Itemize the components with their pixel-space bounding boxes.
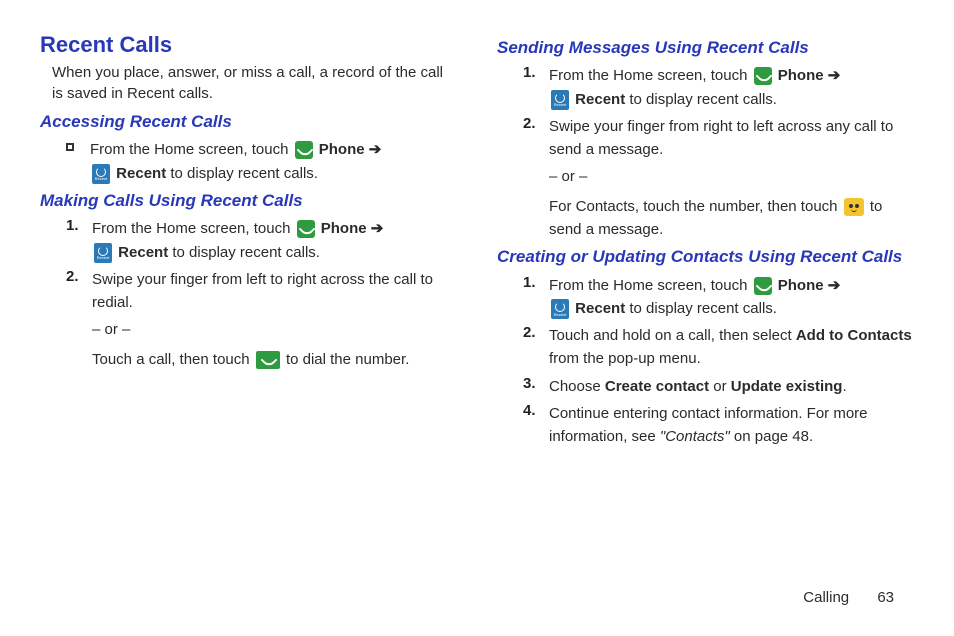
recent-icon [92,164,110,184]
footer-section: Calling [803,589,849,606]
recent-icon [551,299,569,319]
number-1: 1. [523,64,539,111]
phone-icon [297,220,315,238]
message-icon [844,198,864,216]
making-item-2: 2. Swipe your finger from left to right … [40,268,457,315]
sending-item-1: 1. From the Home screen, touch Phone ➔ R… [497,64,914,111]
footer-page-number: 63 [877,589,894,606]
heading-sending: Sending Messages Using Recent Calls [497,38,914,58]
number-4: 4. [523,402,539,449]
making-1-text: From the Home screen, touch Phone ➔ Rece… [92,217,383,264]
creating-4-text: Continue entering contact information. F… [549,402,914,449]
creating-item-3: 3. Choose Create contact or Update exist… [497,375,914,398]
phone-icon [754,67,772,85]
page-footer: Calling 63 [803,589,894,606]
recent-icon [94,243,112,263]
heading-accessing: Accessing Recent Calls [40,112,457,132]
sending-or: – or – [497,165,914,188]
page-title: Recent Calls [40,32,457,58]
right-column: Sending Messages Using Recent Calls 1. F… [497,32,914,452]
sending-contacts: For Contacts, touch the number, then tou… [497,195,914,242]
number-2: 2. [523,115,539,162]
creating-2-text: Touch and hold on a call, then select Ad… [549,324,914,371]
creating-item-1: 1. From the Home screen, touch Phone ➔ R… [497,274,914,321]
recent-icon [551,90,569,110]
dial-icon [256,351,280,369]
number-1: 1. [523,274,539,321]
number-1: 1. [66,217,82,264]
number-3: 3. [523,375,539,398]
making-2-text: Swipe your finger from left to right acr… [92,268,457,315]
accessing-bullet: From the Home screen, touch Phone ➔ Rece… [40,138,457,185]
heading-creating: Creating or Updating Contacts Using Rece… [497,247,914,267]
making-item-1: 1. From the Home screen, touch Phone ➔ R… [40,217,457,264]
creating-1-text: From the Home screen, touch Phone ➔ Rece… [549,274,840,321]
number-2: 2. [523,324,539,371]
left-column: Recent Calls When you place, answer, or … [40,32,457,452]
making-touch: Touch a call, then touch to dial the num… [40,348,457,371]
accessing-text: From the Home screen, touch Phone ➔ Rece… [90,138,381,185]
phone-icon [754,277,772,295]
creating-item-4: 4. Continue entering contact information… [497,402,914,449]
number-2: 2. [66,268,82,315]
intro-text: When you place, answer, or miss a call, … [52,62,457,104]
sending-2-text: Swipe your finger from right to left acr… [549,115,914,162]
bullet-icon [66,143,74,151]
sending-1-text: From the Home screen, touch Phone ➔ Rece… [549,64,840,111]
phone-icon [295,141,313,159]
making-or: – or – [40,318,457,341]
sending-item-2: 2. Swipe your finger from right to left … [497,115,914,162]
creating-3-text: Choose Create contact or Update existing… [549,375,847,398]
creating-item-2: 2. Touch and hold on a call, then select… [497,324,914,371]
heading-making: Making Calls Using Recent Calls [40,191,457,211]
